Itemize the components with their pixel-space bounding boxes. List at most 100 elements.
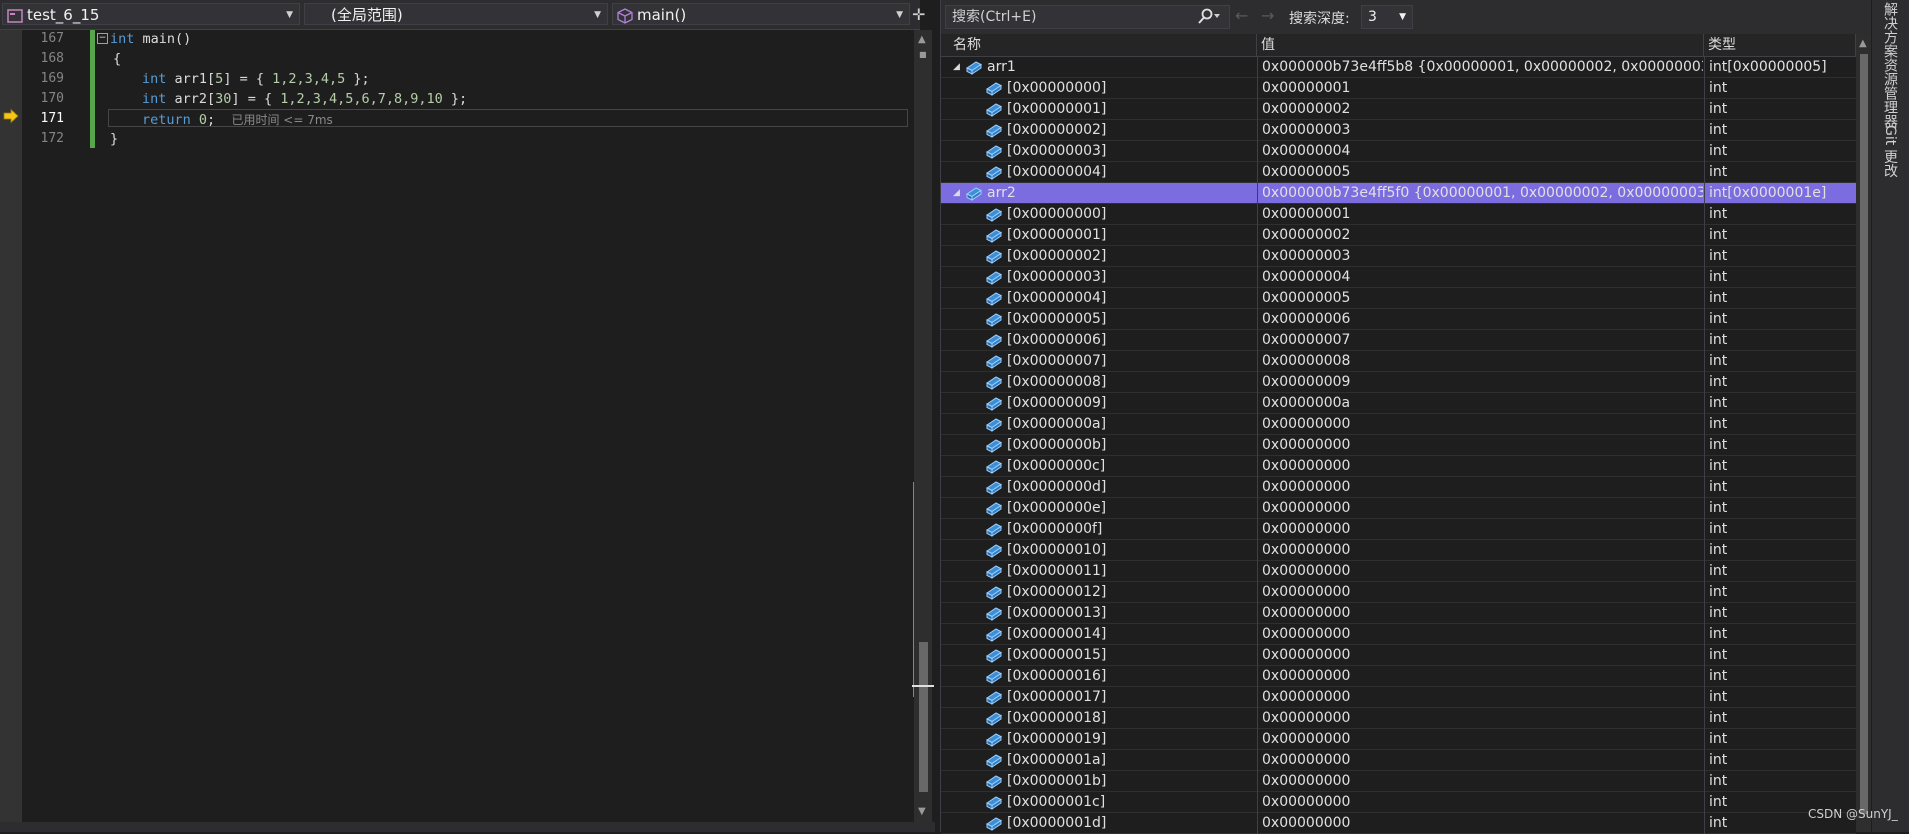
code-line-168[interactable]: { — [113, 51, 121, 67]
name-cell[interactable]: [0x00000014] — [941, 624, 1256, 645]
name-cell[interactable]: [0x00000019] — [941, 729, 1256, 750]
name-cell[interactable]: ◢ arr2 — [941, 183, 1256, 204]
watch-row-element[interactable]: [0x00000015] 0x00000000 int — [941, 645, 1856, 666]
split-window-icon[interactable]: ✛ — [912, 5, 925, 24]
name-cell[interactable]: [0x00000001] — [941, 99, 1256, 120]
name-cell[interactable]: [0x00000003] — [941, 267, 1256, 288]
name-cell[interactable]: [0x00000002] — [941, 120, 1256, 141]
name-cell[interactable]: [0x0000001c] — [941, 792, 1256, 813]
watch-row-element[interactable]: [0x00000014] 0x00000000 int — [941, 624, 1856, 645]
value-cell[interactable]: 0x00000003 — [1257, 246, 1703, 267]
value-cell[interactable]: 0x00000001 — [1257, 204, 1703, 225]
watch-row-element[interactable]: [0x0000000e] 0x00000000 int — [941, 498, 1856, 519]
watch-row-element[interactable]: [0x0000001d] 0x00000000 int — [941, 813, 1856, 834]
back-arrow-icon[interactable]: ← — [1235, 6, 1248, 25]
name-cell[interactable]: [0x00000000] — [941, 204, 1256, 225]
value-cell[interactable]: 0x00000000 — [1257, 750, 1703, 771]
value-cell[interactable]: 0x00000000 — [1257, 519, 1703, 540]
search-depth-dropdown[interactable]: 3 ▼ — [1361, 5, 1413, 29]
watch-vertical-scrollbar[interactable]: ▲ — [1856, 34, 1871, 832]
value-cell[interactable]: 0x00000005 — [1257, 162, 1703, 183]
watch-row-element[interactable]: [0x00000001] 0x00000002 int — [941, 225, 1856, 246]
watch-row-element[interactable]: [0x00000005] 0x00000006 int — [941, 309, 1856, 330]
watch-row-element[interactable]: [0x00000002] 0x00000003 int — [941, 120, 1856, 141]
value-cell[interactable]: 0x00000000 — [1257, 708, 1703, 729]
name-cell[interactable]: [0x00000004] — [941, 288, 1256, 309]
value-cell[interactable]: 0x00000000 — [1257, 666, 1703, 687]
value-cell[interactable]: 0x00000000 — [1257, 477, 1703, 498]
watch-row-element[interactable]: [0x00000007] 0x00000008 int — [941, 351, 1856, 372]
value-cell[interactable]: 0x00000000 — [1257, 414, 1703, 435]
editor-vertical-scrollbar[interactable]: ▲ ■ ▼ — [914, 30, 932, 822]
scroll-up-icon[interactable]: ▲ — [1859, 38, 1867, 49]
code-editor[interactable]: 167 168 169 170 171 172 − int main() { i… — [0, 30, 934, 822]
name-cell[interactable]: [0x0000001a] — [941, 750, 1256, 771]
function-dropdown[interactable]: main() ▼ — [612, 3, 910, 25]
code-line-170[interactable]: int arr2[30] = { 1,2,3,4,5,6,7,8,9,10 }; — [142, 91, 467, 107]
name-cell[interactable]: [0x00000013] — [941, 603, 1256, 624]
watch-row-element[interactable]: [0x00000009] 0x0000000a int — [941, 393, 1856, 414]
watch-row-element[interactable]: [0x00000012] 0x00000000 int — [941, 582, 1856, 603]
watch-row-element[interactable]: [0x00000003] 0x00000004 int — [941, 267, 1856, 288]
name-cell[interactable]: ◢ arr1 — [941, 57, 1256, 78]
watch-row-element[interactable]: [0x00000013] 0x00000000 int — [941, 603, 1856, 624]
watch-row-element[interactable]: [0x00000004] 0x00000005 int — [941, 288, 1856, 309]
name-cell[interactable]: [0x0000000b] — [941, 435, 1256, 456]
search-icon[interactable] — [1195, 8, 1221, 33]
watch-row-element[interactable]: [0x00000000] 0x00000001 int — [941, 204, 1856, 225]
value-cell[interactable]: 0x00000005 — [1257, 288, 1703, 309]
name-cell[interactable]: [0x00000009] — [941, 393, 1256, 414]
watch-row-element[interactable]: [0x00000018] 0x00000000 int — [941, 708, 1856, 729]
value-cell[interactable]: 0x00000004 — [1257, 267, 1703, 288]
value-cell[interactable]: 0x0000000a — [1257, 393, 1703, 414]
tab-git-changes[interactable]: Git 更改 — [1880, 125, 1900, 178]
value-cell[interactable]: 0x00000000 — [1257, 645, 1703, 666]
name-cell[interactable]: [0x00000003] — [941, 141, 1256, 162]
value-cell[interactable]: 0x00000000 — [1257, 624, 1703, 645]
value-cell[interactable]: 0x00000001 — [1257, 78, 1703, 99]
scrollbar-thumb[interactable] — [1860, 54, 1868, 814]
watch-row-element[interactable]: [0x00000003] 0x00000004 int — [941, 141, 1856, 162]
indicator-margin[interactable] — [0, 30, 22, 822]
watch-row-element[interactable]: [0x00000008] 0x00000009 int — [941, 372, 1856, 393]
name-cell[interactable]: [0x00000018] — [941, 708, 1256, 729]
value-cell[interactable]: 0x00000004 — [1257, 141, 1703, 162]
value-cell[interactable]: 0x00000002 — [1257, 225, 1703, 246]
value-cell[interactable]: 0x00000000 — [1257, 435, 1703, 456]
value-cell[interactable]: 0x00000009 — [1257, 372, 1703, 393]
watch-row-element[interactable]: [0x00000019] 0x00000000 int — [941, 729, 1856, 750]
scope-dropdown[interactable]: (全局范围) ▼ — [304, 3, 608, 25]
value-cell[interactable]: 0x00000000 — [1257, 582, 1703, 603]
value-cell[interactable]: 0x000000b73e4ff5b8 {0x00000001, 0x000000… — [1257, 57, 1703, 78]
search-input[interactable]: 搜索(Ctrl+E) — [945, 5, 1230, 29]
code-line-167[interactable]: int main() — [110, 31, 191, 47]
value-cell[interactable]: 0x00000007 — [1257, 330, 1703, 351]
value-cell[interactable]: 0x00000002 — [1257, 99, 1703, 120]
value-cell[interactable]: 0x00000000 — [1257, 792, 1703, 813]
value-cell[interactable]: 0x00000003 — [1257, 120, 1703, 141]
watch-row-element[interactable]: [0x00000017] 0x00000000 int — [941, 687, 1856, 708]
value-cell[interactable]: 0x00000000 — [1257, 456, 1703, 477]
watch-row-element[interactable]: [0x00000011] 0x00000000 int — [941, 561, 1856, 582]
watch-row-variable[interactable]: ◢ arr2 0x000000b73e4ff5f0 {0x00000001, 0x0… — [941, 183, 1856, 204]
watch-row-element[interactable]: [0x00000001] 0x00000002 int — [941, 99, 1856, 120]
name-cell[interactable]: [0x00000012] — [941, 582, 1256, 603]
expand-collapse-icon[interactable]: ◢ — [953, 183, 960, 203]
expand-collapse-icon[interactable]: ◢ — [953, 57, 960, 77]
name-cell[interactable]: [0x0000000e] — [941, 498, 1256, 519]
watch-row-element[interactable]: [0x00000000] 0x00000001 int — [941, 78, 1856, 99]
name-cell[interactable]: [0x00000017] — [941, 687, 1256, 708]
value-cell[interactable]: 0x00000000 — [1257, 771, 1703, 792]
value-cell[interactable]: 0x00000006 — [1257, 309, 1703, 330]
scroll-down-icon[interactable]: ▼ — [918, 806, 926, 817]
code-line-171[interactable]: return 0; 已用时间 <= 7ms — [142, 111, 333, 128]
watch-row-element[interactable]: [0x00000016] 0x00000000 int — [941, 666, 1856, 687]
name-cell[interactable]: [0x00000016] — [941, 666, 1256, 687]
watch-row-element[interactable]: [0x0000000a] 0x00000000 int — [941, 414, 1856, 435]
value-cell[interactable]: 0x00000008 — [1257, 351, 1703, 372]
name-cell[interactable]: [0x00000007] — [941, 351, 1256, 372]
value-cell[interactable]: 0x00000000 — [1257, 561, 1703, 582]
tab-solution-explorer[interactable]: 解决方案资源管理器 — [1880, 2, 1900, 128]
watch-row-element[interactable]: [0x00000002] 0x00000003 int — [941, 246, 1856, 267]
watch-row-element[interactable]: [0x0000000b] 0x00000000 int — [941, 435, 1856, 456]
